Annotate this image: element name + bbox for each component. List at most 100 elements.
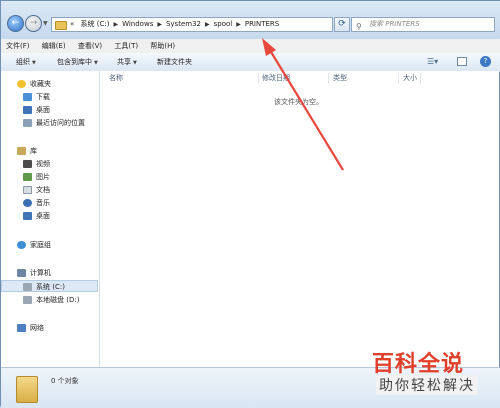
search-input[interactable]: ⚲ 搜索 PRINTERS <box>351 17 495 32</box>
desktop-icon <box>23 212 32 220</box>
folder-icon <box>16 376 38 403</box>
search-placeholder: 搜索 PRINTERS <box>369 20 420 28</box>
nav-label: 下载 <box>36 93 50 101</box>
folder-icon <box>55 21 67 30</box>
document-icon <box>23 186 32 194</box>
computer-icon <box>17 269 26 277</box>
nav-label: 库 <box>30 147 37 155</box>
nav-videos[interactable]: 视频 <box>23 158 50 170</box>
new-folder-label: 新建文件夹 <box>157 58 192 66</box>
navigation-pane: 收藏夹 下载 桌面 最近访问的位置 库 视频 图片 文档 音乐 桌面 家庭组 计… <box>1 71 100 367</box>
drive-icon <box>23 283 32 291</box>
breadcrumb-item[interactable]: Windows <box>122 20 153 28</box>
video-icon <box>23 160 32 168</box>
network-icon <box>17 324 26 332</box>
nav-label: 家庭组 <box>30 241 51 249</box>
refresh-icon: ⟳ <box>338 19 346 29</box>
breadcrumb-item[interactable]: spool <box>214 20 233 28</box>
menu-tools[interactable]: 工具(T) <box>109 39 143 53</box>
new-folder-button[interactable]: 新建文件夹 <box>157 53 192 71</box>
nav-label: 图片 <box>36 173 50 181</box>
menu-edit[interactable]: 编辑(E) <box>37 39 71 53</box>
nav-documents[interactable]: 文档 <box>23 184 50 196</box>
chevron-down-icon: ▼ <box>94 60 98 66</box>
download-icon <box>23 93 32 101</box>
nav-libraries[interactable]: 库 <box>17 145 37 157</box>
recent-places-icon <box>23 119 32 127</box>
chevron-down-icon: ▼ <box>133 60 137 66</box>
column-divider[interactable] <box>328 73 329 84</box>
address-row: ← → ▼ « 系统 (C:) ▶ Windows ▶ System32 ▶ spool ▶ P… <box>1 1 500 39</box>
search-icon: ⚲ <box>356 22 362 31</box>
back-arrow-icon: ← <box>11 18 20 28</box>
share-button[interactable]: 共享 ▼ <box>117 53 137 72</box>
nav-label: 音乐 <box>36 199 50 207</box>
star-icon <box>17 80 26 88</box>
nav-label: 最近访问的位置 <box>36 119 85 127</box>
menu-file[interactable]: 文件(F) <box>1 39 35 53</box>
nav-label: 系统 (C:) <box>36 283 65 291</box>
nav-library-desktop[interactable]: 桌面 <box>23 210 50 222</box>
nav-downloads[interactable]: 下载 <box>23 91 50 103</box>
nav-drive-c[interactable]: 系统 (C:) <box>1 280 98 292</box>
include-in-library-label: 包含到库中 <box>57 58 92 66</box>
organize-label: 组织 <box>16 58 30 66</box>
nav-homegroup[interactable]: 家庭组 <box>17 239 51 251</box>
nav-network[interactable]: 网络 <box>17 322 44 334</box>
share-label: 共享 <box>117 58 131 66</box>
column-header-modified[interactable]: 修改日期 <box>262 71 290 85</box>
nav-pictures[interactable]: 图片 <box>23 171 50 183</box>
nav-label: 收藏夹 <box>30 80 51 88</box>
breadcrumb: « 系统 (C:) ▶ Windows ▶ System32 ▶ spool ▶ PRINTER… <box>70 18 279 31</box>
breadcrumb-separator-icon[interactable]: ▶ <box>205 21 210 28</box>
watermark-logo: 百科全说 <box>372 352 465 377</box>
nav-label: 桌面 <box>36 212 50 220</box>
menu-help[interactable]: 帮助(H) <box>145 39 180 53</box>
column-header-name[interactable]: 名称 <box>109 71 123 85</box>
forward-button[interactable]: → <box>25 15 42 32</box>
view-options-icon[interactable]: ☰▾ <box>427 57 445 67</box>
back-button[interactable]: ← <box>7 15 24 32</box>
breadcrumb-overflow[interactable]: « <box>70 20 74 28</box>
menu-view[interactable]: 查看(V) <box>73 39 107 53</box>
nav-favorites[interactable]: 收藏夹 <box>17 78 51 90</box>
include-in-library-button[interactable]: 包含到库中 ▼ <box>57 53 98 72</box>
nav-music[interactable]: 音乐 <box>23 197 50 209</box>
breadcrumb-separator-icon[interactable]: ▶ <box>113 21 118 28</box>
nav-drive-d[interactable]: 本地磁盘 (D:) <box>23 294 79 306</box>
breadcrumb-separator-icon[interactable]: ▶ <box>236 21 241 28</box>
preview-pane-icon[interactable] <box>457 57 467 66</box>
empty-folder-message: 该文件夹为空。 <box>274 98 323 106</box>
desktop-icon <box>23 106 32 114</box>
nav-desktop[interactable]: 桌面 <box>23 104 50 116</box>
chevron-down-icon: ▼ <box>32 60 36 66</box>
forward-arrow-icon: → <box>29 18 38 28</box>
watermark-slogan: 助你轻松解决 <box>376 375 478 395</box>
organize-button[interactable]: 组织 ▼ <box>16 53 36 72</box>
address-bar[interactable]: « 系统 (C:) ▶ Windows ▶ System32 ▶ spool ▶ PRINTER… <box>51 17 378 32</box>
breadcrumb-item-current[interactable]: PRINTERS <box>245 20 279 28</box>
nav-computer[interactable]: 计算机 <box>17 267 51 279</box>
column-header-size[interactable]: 大小 <box>403 71 417 85</box>
breadcrumb-separator-icon[interactable]: ▶ <box>157 21 162 28</box>
command-bar: 组织 ▼ 包含到库中 ▼ 共享 ▼ 新建文件夹 ☰▾ ? <box>1 53 500 72</box>
menu-bar: 文件(F) 编辑(E) 查看(V) 工具(T) 帮助(H) <box>1 39 500 54</box>
recent-pages-dropdown[interactable]: ▼ <box>43 20 48 27</box>
column-header-type[interactable]: 类型 <box>333 71 347 85</box>
column-divider[interactable] <box>398 73 399 84</box>
nav-label: 网络 <box>30 324 44 332</box>
file-list: 名称 修改日期 类型 大小 该文件夹为空。 <box>100 71 499 367</box>
nav-recent[interactable]: 最近访问的位置 <box>23 117 85 129</box>
drive-icon <box>23 296 32 304</box>
nav-label: 文档 <box>36 186 50 194</box>
column-divider[interactable] <box>258 73 259 84</box>
breadcrumb-item[interactable]: System32 <box>166 20 201 28</box>
breadcrumb-item[interactable]: 系统 (C:) <box>81 20 110 28</box>
help-icon[interactable]: ? <box>480 56 491 67</box>
column-divider[interactable] <box>420 73 421 84</box>
refresh-button[interactable]: ⟳ <box>334 17 350 32</box>
nav-label: 计算机 <box>30 269 51 277</box>
item-count: 0 个对象 <box>51 377 79 385</box>
pictures-icon <box>23 173 32 181</box>
music-icon <box>23 199 32 207</box>
